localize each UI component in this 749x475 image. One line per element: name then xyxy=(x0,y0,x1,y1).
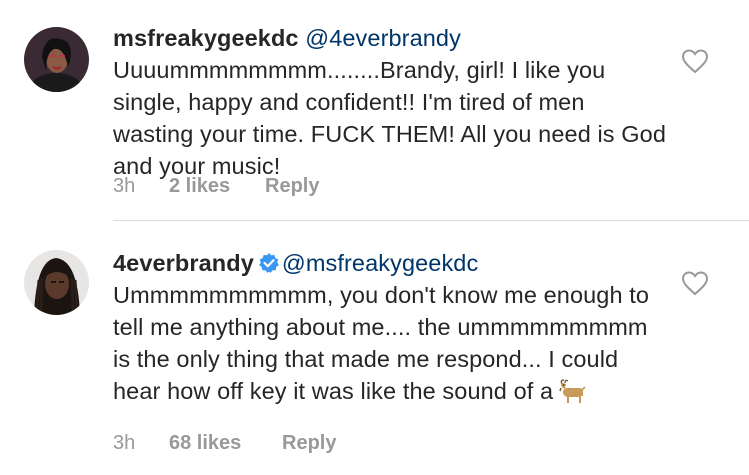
avatar[interactable] xyxy=(24,250,89,315)
comment-username[interactable]: msfreakygeekdc xyxy=(113,25,299,51)
comment-text: Uuuummmmmmmm........Brandy, girl! I like… xyxy=(113,57,667,179)
reply-button[interactable]: Reply xyxy=(282,432,336,455)
comment-mention[interactable]: @4everbrandy xyxy=(305,25,461,51)
comment-text-block: msfreakygeekdc @4everbrandy Uuuummmmmmmm… xyxy=(113,22,669,182)
comment-username[interactable]: 4everbrandy xyxy=(113,250,254,276)
comment-time: 3h xyxy=(113,432,136,454)
comment-body: msfreakygeekdc @4everbrandy Uuuummmmmmmm… xyxy=(113,22,669,182)
avatar[interactable] xyxy=(24,27,89,92)
comment-likes[interactable]: 2 likes xyxy=(169,175,265,198)
comment-body: 4everbrandy @msfreakygeekdc Ummmmmmmmmm,… xyxy=(113,247,669,407)
comment-item: msfreakygeekdc @4everbrandy Uuuummmmmmmm… xyxy=(0,0,749,221)
comment-likes[interactable]: 68 likes xyxy=(169,432,282,455)
comment-time: 3h xyxy=(113,175,136,197)
heart-icon[interactable] xyxy=(681,48,709,74)
divider xyxy=(113,220,749,221)
comment-meta: 3h 68 likes Reply xyxy=(113,432,336,455)
comment-mention[interactable]: @msfreakygeekdc xyxy=(282,250,478,276)
goat-emoji-icon xyxy=(559,379,586,403)
heart-icon[interactable] xyxy=(681,270,709,296)
comment-text-block: 4everbrandy @msfreakygeekdc Ummmmmmmmmm,… xyxy=(113,247,669,407)
comment-meta: 3h 2 likes Reply xyxy=(113,175,319,198)
comment-item: 4everbrandy @msfreakygeekdc Ummmmmmmmmm,… xyxy=(0,222,749,475)
verified-badge-icon xyxy=(258,253,279,273)
reply-button[interactable]: Reply xyxy=(265,175,319,198)
